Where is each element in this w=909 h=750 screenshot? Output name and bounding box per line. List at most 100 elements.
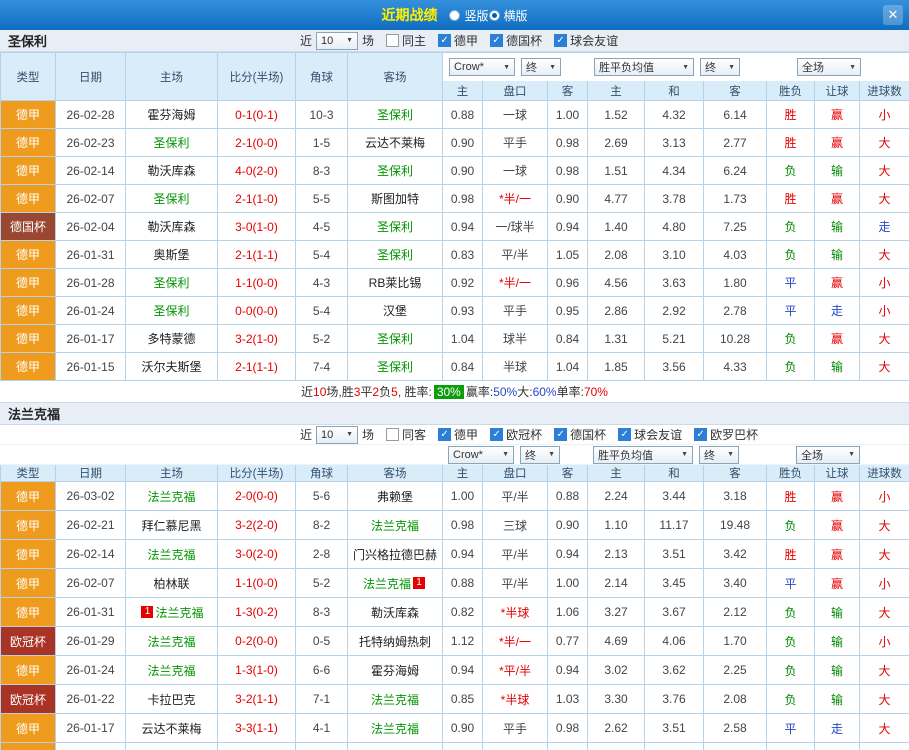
match-score[interactable]: 3-2(1-1) <box>218 685 296 714</box>
league-filter-checkbox[interactable]: ✓ 德国杯 <box>554 426 606 443</box>
corner-score: 5-2 <box>296 569 348 598</box>
away-team-link[interactable]: 霍芬海姆 <box>371 662 419 679</box>
match-score[interactable]: 3-0(2-0) <box>218 540 296 569</box>
match-score[interactable]: 2-1(1-1) <box>218 353 296 381</box>
odds-home-win: 3.27 <box>588 598 645 627</box>
match-count-select[interactable]: 10 ▼ <box>316 31 359 50</box>
away-team-link[interactable]: 圣保利 <box>377 358 413 375</box>
home-team-link[interactable]: 圣保利 <box>153 302 189 319</box>
home-team-cell: 奥斯堡 <box>126 241 218 269</box>
match-score[interactable]: 3-2(2-0) <box>218 511 296 540</box>
dropdown-arrow-icon: ▼ <box>346 37 354 44</box>
away-team-link[interactable]: 斯图加特 <box>371 190 419 207</box>
league-filter-checkbox[interactable]: ✓ 球会友谊 <box>554 32 618 49</box>
home-team-link[interactable]: 勒沃库森 <box>147 218 195 235</box>
home-team-link[interactable]: 法兰克福 <box>155 604 203 621</box>
home-team-link[interactable]: 法兰克福 <box>147 633 195 650</box>
match-score[interactable]: 0-0(0-0) <box>218 297 296 325</box>
match-score[interactable]: 2-1(0-0) <box>218 129 296 157</box>
away-team-link[interactable]: 弗赖堡 <box>377 488 413 505</box>
bookmaker-select[interactable]: Crow* ▼ <box>449 58 515 76</box>
home-team-cell: 圣保利 <box>126 297 218 325</box>
match-score[interactable]: 3-3(1-1) <box>218 714 296 743</box>
home-team-link[interactable]: 圣保利 <box>153 134 189 151</box>
league-filter-checkbox[interactable]: ✓ 德甲 <box>438 426 478 443</box>
match-row: 德甲 26-02-28 霍芬海姆 0-1(0-1) 10-3 圣保利 0.88 一球 1.00 1… <box>0 101 909 129</box>
league-filter-checkbox[interactable]: ✓ 德甲 <box>438 32 478 49</box>
away-team-link[interactable]: 圣保利 <box>377 246 413 263</box>
match-score[interactable]: 0-2(0-0) <box>218 627 296 656</box>
home-team-link[interactable]: 奥斯堡 <box>153 246 189 263</box>
league-filter-checkbox[interactable]: ✓ 球会友谊 <box>618 426 682 443</box>
handicap-line: *半球 <box>483 598 548 627</box>
result-handicap: 输 <box>815 685 860 714</box>
away-team-link[interactable]: 法兰克福 <box>371 691 419 708</box>
home-team-link[interactable]: 拜仁慕尼黑 <box>141 517 201 534</box>
layout-radio-横版[interactable]: 横版 <box>488 7 528 24</box>
league-filter-checkbox-label: 德国杯 <box>506 34 543 48</box>
close-icon[interactable]: ✕ <box>883 5 903 25</box>
league-filter-checkbox[interactable]: ✓ 欧罗巴杯 <box>694 426 758 443</box>
match-score[interactable]: 2-1(1-1) <box>218 241 296 269</box>
home-team-link[interactable]: 柏林联 <box>153 575 189 592</box>
league-filter-checkbox[interactable]: ✓ 欧冠杯 <box>490 426 542 443</box>
away-team-link[interactable]: RB莱比锡 <box>369 274 422 291</box>
home-team-link[interactable]: 法兰克福 <box>147 546 195 563</box>
away-team-link[interactable]: 圣保利 <box>377 162 413 179</box>
match-score[interactable]: 1-1(0-0) <box>218 269 296 297</box>
layout-radio-竖版[interactable]: 竖版 <box>449 7 489 24</box>
match-score[interactable]: 1-3(1-0) <box>218 656 296 685</box>
home-team-link[interactable]: 云达不莱梅 <box>141 720 201 737</box>
match-score[interactable]: 1-3(0-2) <box>218 598 296 627</box>
final-avg-select[interactable]: 终 ▼ <box>700 58 740 76</box>
final-avg-select[interactable]: 终 ▼ <box>699 445 739 464</box>
home-team-link[interactable]: 沃尔夫斯堡 <box>141 358 201 375</box>
away-team-link[interactable]: 圣保利 <box>377 106 413 123</box>
home-team-link[interactable]: 法兰克福 <box>147 488 195 505</box>
handicap-odds-home: 0.93 <box>443 297 483 325</box>
match-score[interactable]: 2-0(0-0) <box>218 482 296 511</box>
match-score[interactable]: 3-2(2-1) <box>218 743 296 750</box>
away-team-link[interactable]: 云达不莱梅 <box>365 134 425 151</box>
same-venue-checkbox[interactable]: 同客 <box>386 426 426 443</box>
column-header: 胜负 <box>767 465 815 482</box>
bookmaker-select[interactable]: Crow* ▼ <box>448 445 514 464</box>
match-score[interactable]: 2-1(1-0) <box>218 185 296 213</box>
league-filter-checkbox[interactable]: ✓ 德国杯 <box>490 32 542 49</box>
away-team-link[interactable]: 法兰克福 <box>371 720 419 737</box>
match-score[interactable]: 3-0(1-0) <box>218 213 296 241</box>
away-team-link[interactable]: 托特纳姆热刺 <box>359 633 431 650</box>
home-team-link[interactable]: 卡拉巴克 <box>147 691 195 708</box>
match-score[interactable]: 1-1(0-0) <box>218 569 296 598</box>
wdl-average-select[interactable]: 胜平负均值 ▼ <box>593 445 693 464</box>
result-goals: 小 <box>860 101 909 129</box>
match-score[interactable]: 0-1(0-1) <box>218 101 296 129</box>
home-team-link[interactable]: 霍芬海姆 <box>147 106 195 123</box>
away-team-link[interactable]: 法兰克福 <box>371 517 419 534</box>
away-team-link[interactable]: 圣保利 <box>377 330 413 347</box>
handicap-odds-away: 1.06 <box>548 598 588 627</box>
home-team-link[interactable]: 多特蒙德 <box>147 330 195 347</box>
away-team-link[interactable]: 圣保利 <box>377 218 413 235</box>
avg-dropdowns: 胜平负均值 ▼ 终 ▼ <box>587 445 766 465</box>
scope-select[interactable]: 全场 ▼ <box>797 58 861 76</box>
scope-select[interactable]: 全场 ▼ <box>796 445 860 464</box>
home-team-link[interactable]: 圣保利 <box>153 190 189 207</box>
home-team-link[interactable]: 勒沃库森 <box>147 162 195 179</box>
same-venue-checkbox[interactable]: 同主 <box>386 32 426 49</box>
near-label: 近 <box>300 34 313 48</box>
final-odds-select[interactable]: 终 ▼ <box>520 445 560 464</box>
home-team-link[interactable]: 法兰克福 <box>147 662 195 679</box>
away-team-link[interactable]: 汉堡 <box>383 302 407 319</box>
away-team-link[interactable]: 门兴格拉德巴赫 <box>353 546 437 563</box>
away-team-link[interactable]: 法兰克福 <box>363 575 411 592</box>
odds-home-win: 4.69 <box>588 627 645 656</box>
match-score[interactable]: 3-2(1-0) <box>218 325 296 353</box>
wdl-average-select[interactable]: 胜平负均值 ▼ <box>594 58 694 76</box>
away-team-link[interactable]: 勒沃库森 <box>371 604 419 621</box>
final-odds-select[interactable]: 终 ▼ <box>521 58 561 76</box>
match-score[interactable]: 4-0(2-0) <box>218 157 296 185</box>
match-count-select[interactable]: 10 ▼ <box>316 425 359 444</box>
handicap-odds-away: 1.00 <box>548 101 588 129</box>
home-team-link[interactable]: 圣保利 <box>153 274 189 291</box>
